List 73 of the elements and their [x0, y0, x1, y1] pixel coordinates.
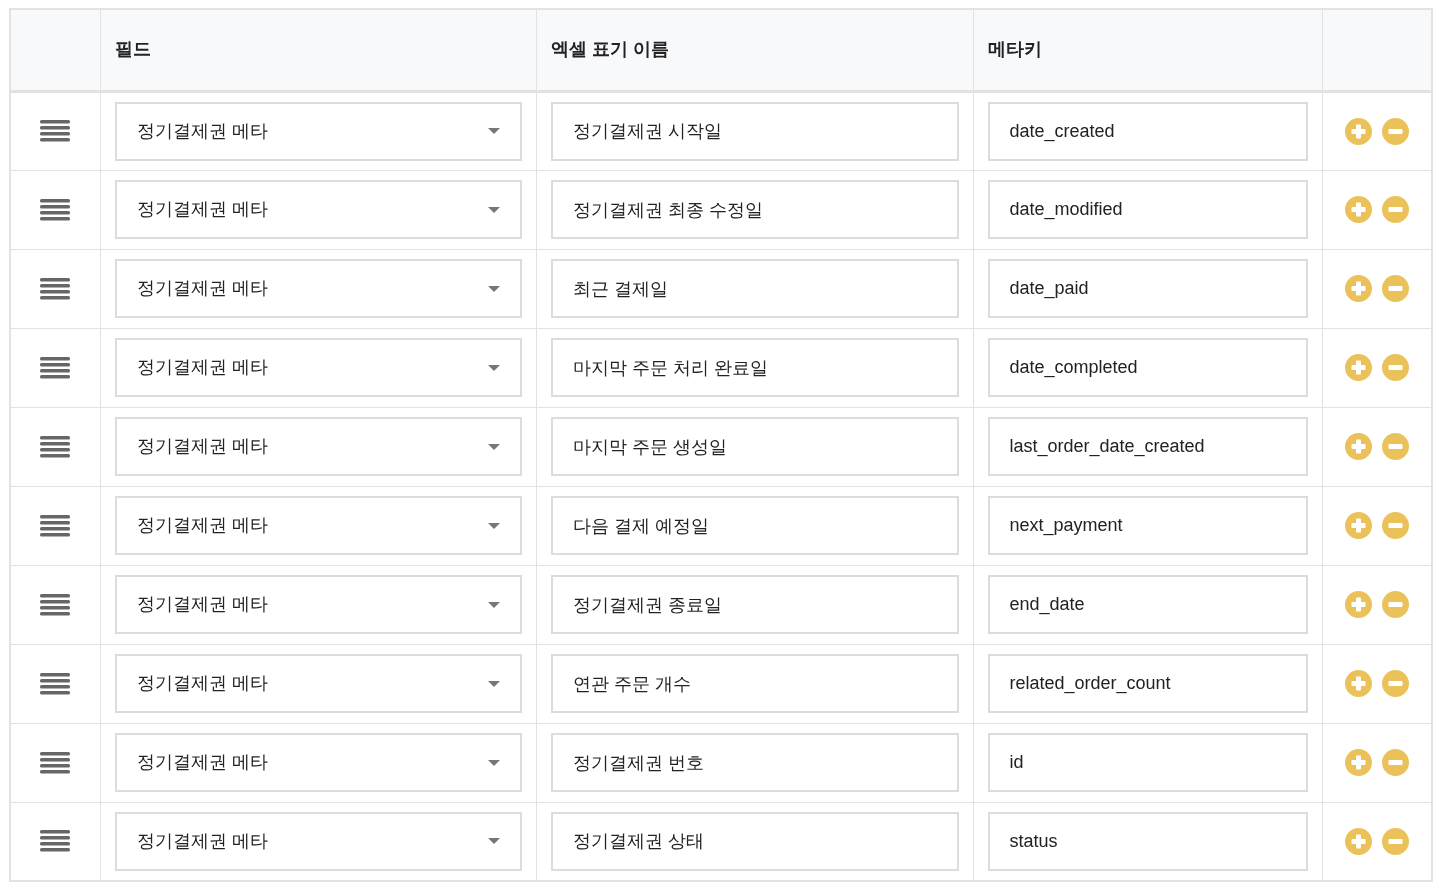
- text-field[interactable]: 정기결제권 최종 수정일: [550, 180, 959, 239]
- drag-handle-icon[interactable]: [40, 593, 71, 616]
- remove-icon[interactable]: [1381, 512, 1409, 539]
- add-icon[interactable]: [1344, 117, 1372, 145]
- text-field[interactable]: 최근 결제일: [550, 259, 959, 318]
- caret-icon: [487, 759, 500, 766]
- column-header: 엑셀 표기 이름: [550, 39, 669, 60]
- remove-icon[interactable]: [1381, 670, 1409, 697]
- drag-handle-icon[interactable]: [40, 198, 71, 221]
- text-field[interactable]: 마지막 주문 처리 완료일: [550, 338, 959, 397]
- remove-icon[interactable]: [1381, 827, 1409, 855]
- text-field[interactable]: 정기결제권 상태: [550, 811, 959, 871]
- text-field[interactable]: 연관 주문 개수: [550, 654, 959, 713]
- text-field[interactable]: related_order_count: [987, 654, 1308, 713]
- dropdown[interactable]: 정기결제권 메타: [114, 180, 522, 239]
- caret-icon: [487, 364, 500, 371]
- caret-icon: [487, 443, 500, 450]
- caret-icon: [487, 601, 500, 608]
- text-field[interactable]: date_completed: [987, 338, 1308, 397]
- remove-icon[interactable]: [1381, 117, 1409, 145]
- drag-handle-icon[interactable]: [40, 514, 71, 537]
- text-field[interactable]: 정기결제권 번호: [550, 733, 959, 792]
- add-icon[interactable]: [1344, 275, 1372, 302]
- text-field[interactable]: date_modified: [987, 180, 1308, 239]
- dropdown[interactable]: 정기결제권 메타: [114, 575, 522, 634]
- dropdown[interactable]: 정기결제권 메타: [114, 338, 522, 397]
- drag-handle-icon[interactable]: [40, 277, 71, 300]
- caret-icon: [487, 128, 500, 134]
- text-field[interactable]: date_paid: [987, 259, 1308, 318]
- remove-icon[interactable]: [1381, 354, 1409, 381]
- drag-handle-icon[interactable]: [40, 356, 71, 379]
- drag-handle-icon[interactable]: [40, 672, 71, 695]
- drag-handle-icon[interactable]: [40, 830, 71, 853]
- text-field[interactable]: last_order_date_created: [987, 417, 1308, 476]
- add-icon[interactable]: [1344, 827, 1372, 855]
- column-header: 메타키: [987, 39, 1042, 60]
- add-icon[interactable]: [1344, 196, 1372, 223]
- add-icon[interactable]: [1344, 749, 1372, 776]
- caret-icon: [487, 522, 500, 529]
- caret-icon: [487, 206, 500, 213]
- add-icon[interactable]: [1344, 354, 1372, 381]
- add-icon[interactable]: [1344, 433, 1372, 460]
- add-icon[interactable]: [1344, 512, 1372, 539]
- dropdown[interactable]: 정기결제권 메타: [114, 417, 522, 476]
- text-field[interactable]: 다음 결제 예정일: [550, 496, 959, 555]
- column-header: 필드: [114, 39, 151, 60]
- add-icon[interactable]: [1344, 670, 1372, 697]
- text-field[interactable]: 정기결제권 종료일: [550, 575, 959, 634]
- caret-icon: [487, 680, 500, 687]
- caret-icon: [487, 285, 500, 292]
- text-field[interactable]: date_created: [987, 101, 1308, 161]
- remove-icon[interactable]: [1381, 275, 1409, 302]
- caret-icon: [487, 838, 500, 845]
- drag-handle-icon[interactable]: [40, 435, 71, 458]
- dropdown[interactable]: 정기결제권 메타: [114, 733, 522, 792]
- add-icon[interactable]: [1344, 591, 1372, 618]
- dropdown[interactable]: 정기결제권 메타: [114, 654, 522, 713]
- text-field[interactable]: end_date: [987, 575, 1308, 634]
- remove-icon[interactable]: [1381, 749, 1409, 776]
- text-field[interactable]: 정기결제권 시작일: [550, 101, 959, 161]
- remove-icon[interactable]: [1381, 433, 1409, 460]
- remove-icon[interactable]: [1381, 196, 1409, 223]
- drag-handle-icon[interactable]: [40, 120, 71, 142]
- remove-icon[interactable]: [1381, 591, 1409, 618]
- text-field[interactable]: id: [987, 733, 1308, 792]
- dropdown[interactable]: 정기결제권 메타: [114, 259, 522, 318]
- dropdown[interactable]: 정기결제권 메타: [114, 811, 522, 871]
- dropdown[interactable]: 정기결제권 메타: [114, 101, 522, 161]
- text-field[interactable]: next_payment: [987, 496, 1308, 555]
- drag-handle-icon[interactable]: [40, 751, 71, 774]
- dropdown[interactable]: 정기결제권 메타: [114, 496, 522, 555]
- text-field[interactable]: status: [987, 811, 1308, 871]
- text-field[interactable]: 마지막 주문 생성일: [550, 417, 959, 476]
